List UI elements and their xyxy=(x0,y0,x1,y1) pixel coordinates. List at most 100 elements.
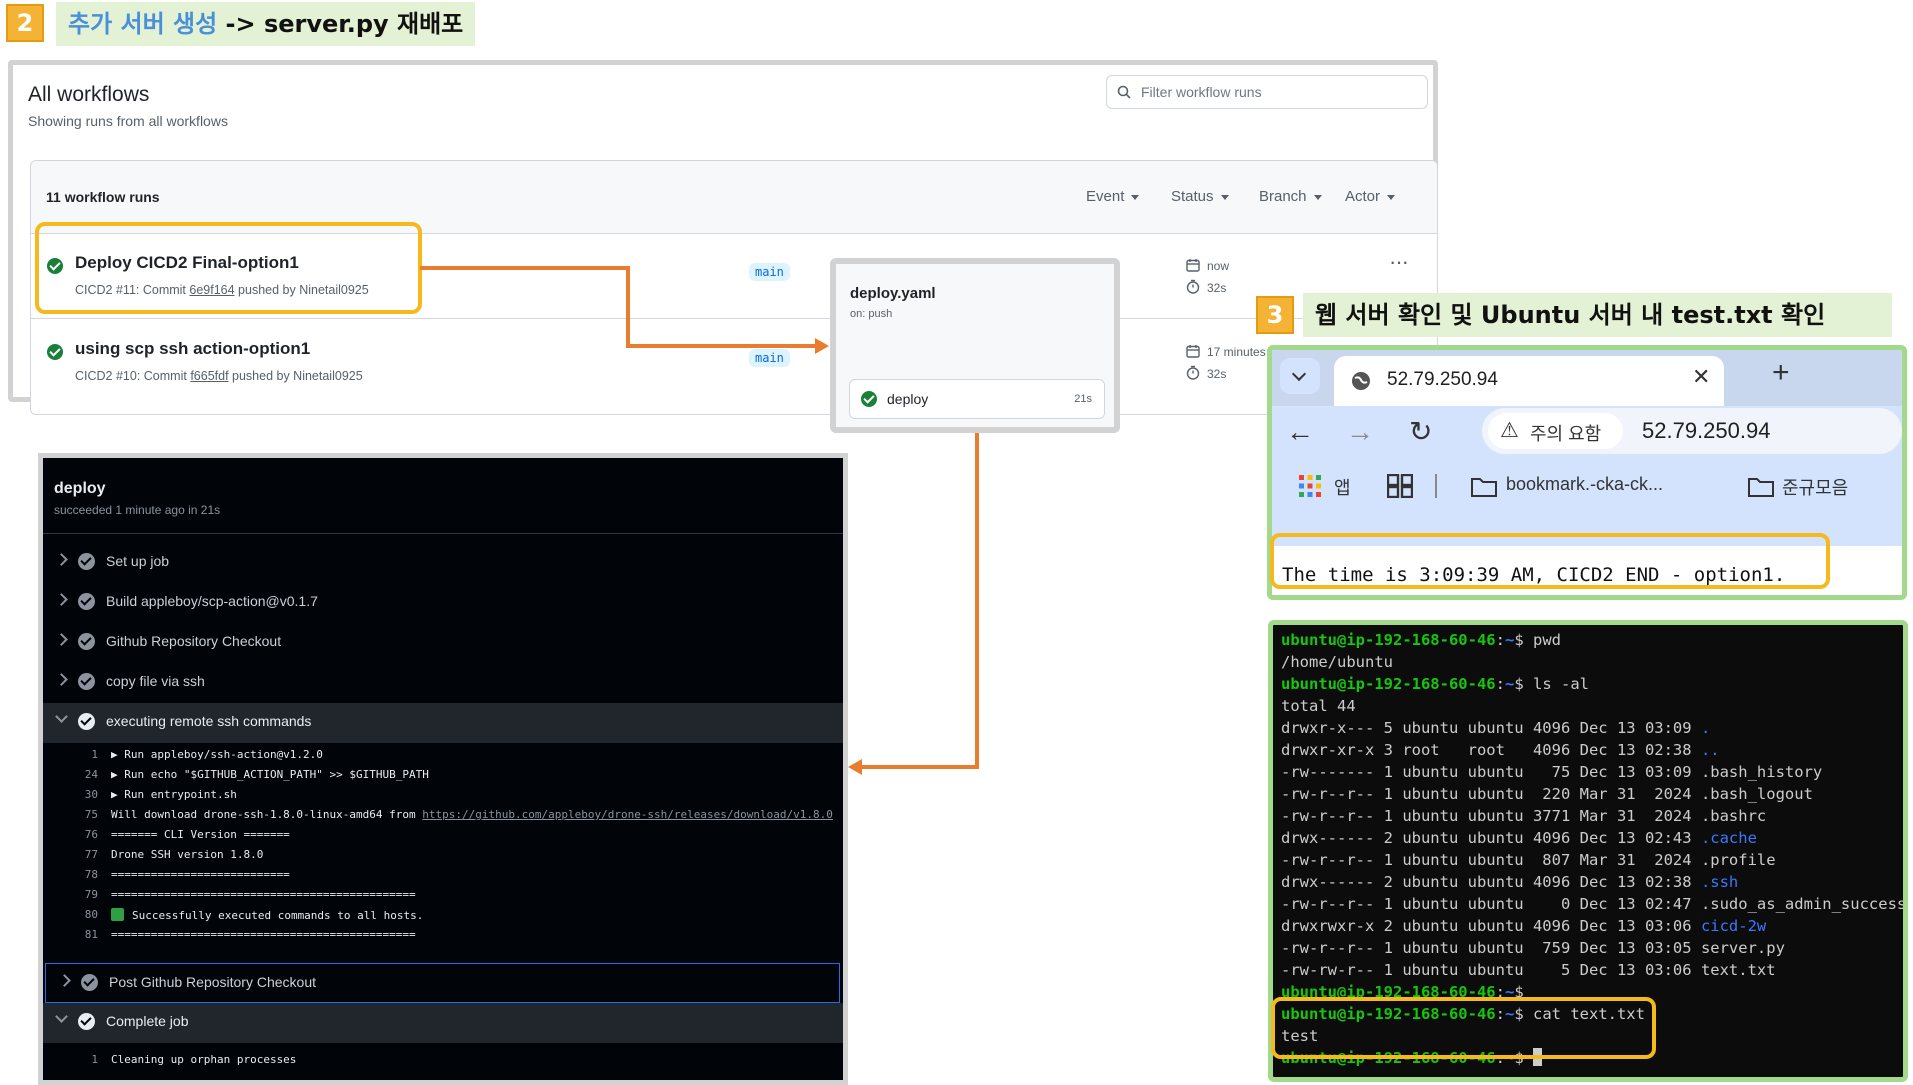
connector-line xyxy=(626,266,630,348)
reload-icon[interactable]: ↻ xyxy=(1409,415,1432,448)
terminal-line: -rw------- 1 ubuntu ubuntu 75 Dec 13 03:… xyxy=(1281,761,1822,783)
ls-entry-meta: -rw-r--r-- 1 ubuntu ubuntu 807 Mar 31 20… xyxy=(1281,851,1701,869)
step-check-icon xyxy=(78,713,95,730)
filter-status-dropdown[interactable]: Status xyxy=(1171,188,1229,205)
step-check-icon xyxy=(78,633,95,650)
log-step[interactable]: Github Repository Checkout xyxy=(43,623,843,663)
terminal-line: drwxr-x--- 5 ubuntu ubuntu 4096 Dec 13 0… xyxy=(1281,717,1710,739)
bookmark-folder[interactable]: bookmark.-cka-ck... xyxy=(1506,474,1663,495)
bookmark-apps[interactable]: 앱 xyxy=(1334,474,1351,500)
filter-branch-dropdown[interactable]: Branch xyxy=(1259,188,1322,205)
forward-arrow-icon[interactable]: → xyxy=(1346,416,1374,448)
ls-entry-name: .bash_logout xyxy=(1700,785,1813,803)
chevron-right-icon xyxy=(55,553,68,566)
run-duration: 32s xyxy=(1207,367,1227,381)
branch-label[interactable]: main xyxy=(749,349,790,367)
log-step[interactable]: copy file via ssh xyxy=(43,663,843,703)
download-link[interactable]: https://github.com/appleboy/drone-ssh/re… xyxy=(422,808,833,821)
connector-line xyxy=(420,266,630,270)
chevron-down-icon xyxy=(55,1010,68,1023)
run-title-link[interactable]: using scp ssh action-option1 xyxy=(75,339,310,359)
url-text: 52.79.250.94 xyxy=(1642,418,1771,443)
folder-icon xyxy=(1471,478,1497,497)
highlight-response-box xyxy=(1270,533,1830,589)
connector-line xyxy=(626,344,816,348)
ls-entry-name: cicd-2w xyxy=(1700,917,1767,935)
chevron-right-icon xyxy=(55,593,68,606)
caret-down-icon xyxy=(1131,194,1140,200)
chevron-right-icon xyxy=(55,673,68,686)
ls-entry-name: .profile xyxy=(1700,851,1776,869)
ls-entry-name: .ssh xyxy=(1700,873,1739,891)
log-step[interactable]: Build appleboy/scp-action@v0.1.7 xyxy=(43,583,843,623)
filter-placeholder: Filter workflow runs xyxy=(1141,84,1262,100)
prompt-separator: : xyxy=(1495,675,1505,693)
stopwatch-icon xyxy=(1186,365,1200,380)
warning-icon: ⚠ xyxy=(1500,419,1519,442)
tab-title: 52.79.250.94 xyxy=(1387,369,1498,390)
close-tab-icon[interactable]: ✕ xyxy=(1692,364,1710,390)
calendar-icon xyxy=(1186,259,1200,272)
step-title: 추가 서버 생성 -> server.py 재배포 xyxy=(56,2,476,46)
prompt-separator: : xyxy=(1495,631,1505,649)
terminal-line: -rw-rw-r-- 1 ubuntu ubuntu 5 Dec 13 03:0… xyxy=(1281,959,1776,981)
security-warning-label: 주의 요함 xyxy=(1530,424,1602,444)
workflow-run-row[interactable]: using scp ssh action-option1 CICD2 #10: … xyxy=(31,319,1437,404)
filter-runs-input[interactable]: Filter workflow runs xyxy=(1106,75,1428,109)
deploy-job-node[interactable]: deploy 21s xyxy=(849,379,1105,419)
run-time: now xyxy=(1207,259,1230,273)
search-icon xyxy=(1117,85,1131,99)
ls-entry-name: .. xyxy=(1700,741,1720,759)
globe-icon xyxy=(1352,372,1370,390)
log-step-expanded[interactable]: Complete job xyxy=(43,1003,843,1043)
folder-icon xyxy=(1748,478,1774,497)
security-chip[interactable]: ⚠ 주의 요함 xyxy=(1488,413,1623,449)
job-duration: 21s xyxy=(1074,393,1092,405)
bookmark-folder[interactable]: 준규모음 xyxy=(1782,474,1848,500)
address-bar[interactable]: ⚠ 주의 요함 52.79.250.94 xyxy=(1482,408,1902,454)
terminal-line: drwxrwxr-x 2 ubuntu ubuntu 4096 Dec 13 0… xyxy=(1281,915,1766,937)
divider xyxy=(43,533,843,534)
ls-entry-meta: -rw-r--r-- 1 ubuntu ubuntu 0 Dec 13 02:4… xyxy=(1281,895,1701,913)
new-tab-icon[interactable]: + xyxy=(1772,356,1790,390)
divider xyxy=(1435,474,1437,498)
prompt-path: ~ xyxy=(1504,631,1515,649)
tab-search-button[interactable] xyxy=(1280,358,1320,394)
filter-actor-dropdown[interactable]: Actor xyxy=(1345,188,1396,205)
job-name: deploy xyxy=(887,391,929,407)
log-step[interactable]: Set up job xyxy=(43,543,843,583)
step-check-icon xyxy=(81,974,98,991)
ls-entry-meta: -rw-rw-r-- 1 ubuntu ubuntu 5 Dec 13 03:0… xyxy=(1281,961,1701,979)
job-log-panel: deploy succeeded 1 minute ago in 21s Set… xyxy=(38,453,848,1085)
log-step[interactable]: Post Github Repository Checkout xyxy=(45,963,840,1003)
terminal-line: /home/ubuntu xyxy=(1281,653,1393,671)
branch-label[interactable]: main xyxy=(749,263,790,281)
workflow-graph-card: deploy.yaml on: push deploy 21s xyxy=(830,258,1120,433)
terminal-line: ubuntu@ip-192-168-60-46:~$ ls -al xyxy=(1281,673,1589,695)
more-options-icon[interactable]: ··· xyxy=(1389,249,1409,275)
ls-entry-name: .bash_history xyxy=(1700,763,1823,781)
terminal-command: $ ls -al xyxy=(1514,675,1589,693)
step-check-icon xyxy=(78,1013,95,1030)
browser-tab[interactable]: 52.79.250.94 ✕ xyxy=(1334,356,1724,406)
step-number-badge: 2 xyxy=(6,4,44,42)
step-check-icon xyxy=(78,553,95,570)
ls-entry-meta: drwxr-x--- 5 ubuntu ubuntu 4096 Dec 13 0… xyxy=(1281,719,1701,737)
commit-link[interactable]: f665fdf xyxy=(190,369,228,383)
chevron-down-icon xyxy=(1291,366,1307,382)
back-arrow-icon[interactable]: ← xyxy=(1286,416,1314,448)
prompt-path: ~ xyxy=(1504,675,1515,693)
highlight-command-box xyxy=(1271,997,1656,1059)
connector-line xyxy=(975,433,979,769)
success-check-icon xyxy=(861,391,877,407)
step-title-rest: -> server.py 재배포 xyxy=(217,10,464,38)
page-title: All workflows xyxy=(28,83,150,106)
filter-event-dropdown[interactable]: Event xyxy=(1086,188,1140,205)
ls-entry-meta: drwxrwxr-x 2 ubuntu ubuntu 4096 Dec 13 0… xyxy=(1281,917,1701,935)
page-subtitle: Showing runs from all workflows xyxy=(28,113,228,129)
highlight-run-box xyxy=(35,222,422,314)
tab-groups-icon[interactable] xyxy=(1387,474,1413,498)
apps-grid-icon[interactable] xyxy=(1298,474,1322,498)
step-number-badge: 3 xyxy=(1256,296,1294,334)
log-step-expanded[interactable]: executing remote ssh commands xyxy=(43,703,843,743)
